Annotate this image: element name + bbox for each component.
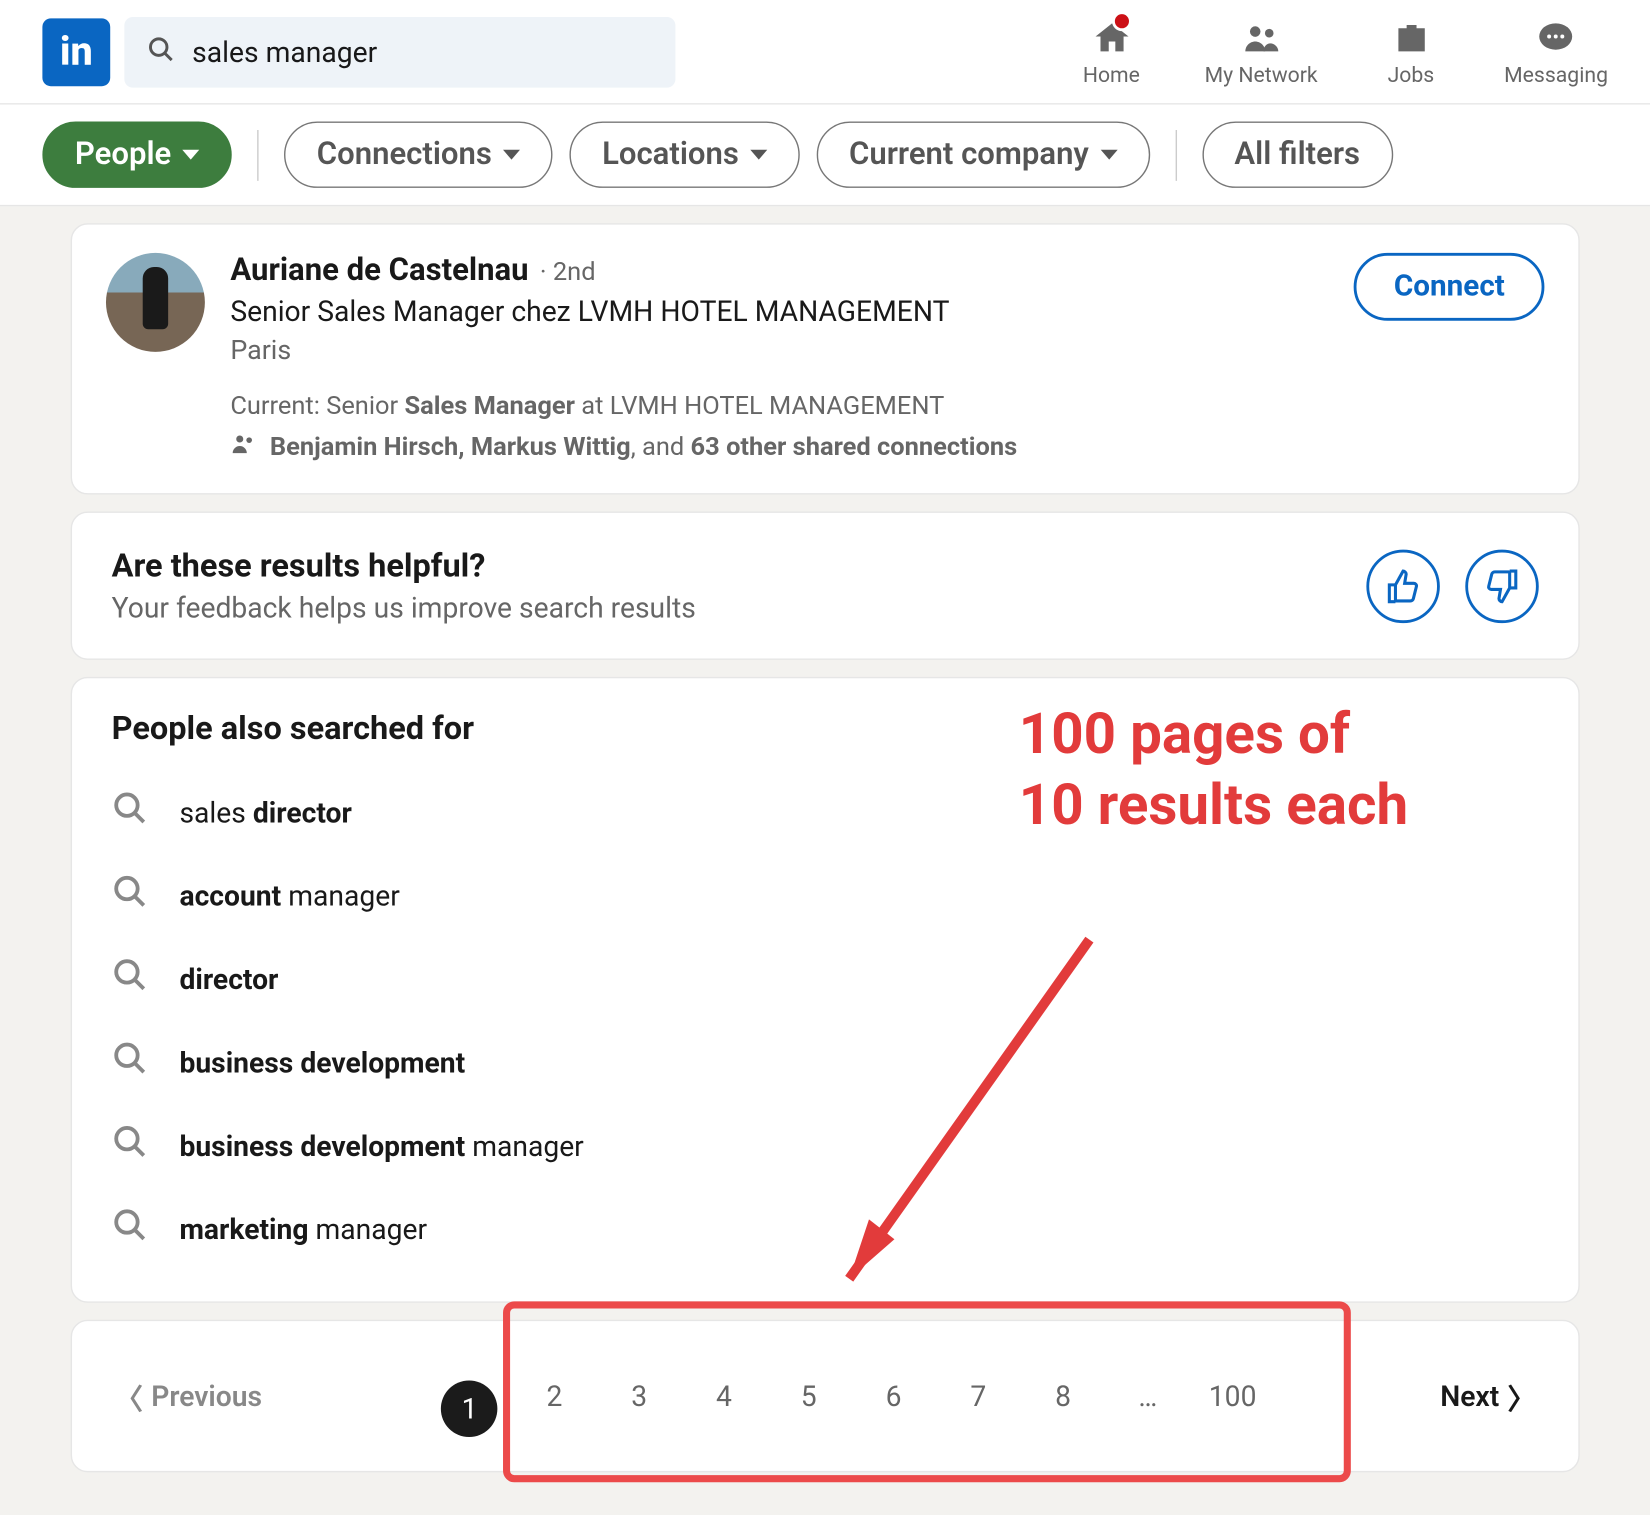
- nav-network[interactable]: My Network: [1205, 16, 1318, 87]
- thumbs-down-button[interactable]: [1465, 549, 1538, 622]
- also-text: business development manager: [179, 1128, 583, 1162]
- chat-icon: [1535, 16, 1577, 58]
- filter-all[interactable]: All filters: [1202, 122, 1393, 188]
- feedback-title: Are these results helpful?: [112, 547, 1341, 585]
- nav-home[interactable]: Home: [1069, 16, 1154, 87]
- divider: [1175, 129, 1176, 180]
- result-headline: Senior Sales Manager chez LVMH HOTEL MAN…: [230, 294, 1329, 328]
- filter-label: All filters: [1234, 137, 1360, 172]
- nav-label: Jobs: [1388, 61, 1435, 86]
- also-item[interactable]: account manager: [112, 853, 1539, 936]
- search-icon: [112, 1207, 149, 1251]
- thumbs-up-button[interactable]: [1366, 549, 1439, 622]
- connect-button[interactable]: Connect: [1354, 253, 1544, 321]
- also-searched-card: People also searched for sales director a…: [71, 677, 1580, 1303]
- shared-connections[interactable]: Benjamin Hirsch, Markus Wittig, and 63 o…: [230, 430, 1329, 465]
- divider: [257, 129, 258, 180]
- page-number[interactable]: 7: [950, 1368, 1007, 1425]
- filter-current-company[interactable]: Current company: [817, 122, 1150, 188]
- nav-jobs[interactable]: Jobs: [1369, 16, 1454, 87]
- also-text: marketing manager: [179, 1212, 427, 1246]
- prev-button[interactable]: 〈 Previous: [114, 1376, 262, 1417]
- page-list: 12345678 … 100: [441, 1355, 1261, 1437]
- thumbs-down-icon: [1484, 567, 1521, 604]
- page-number[interactable]: 3: [611, 1368, 668, 1425]
- top-bar: in Home My Network Jobs: [0, 0, 1650, 105]
- also-text: sales director: [179, 795, 351, 829]
- also-text: director: [179, 962, 278, 996]
- notification-badge: [1111, 11, 1131, 31]
- also-item[interactable]: marketing manager: [112, 1187, 1539, 1270]
- nav-label: My Network: [1205, 61, 1318, 86]
- filter-locations[interactable]: Locations: [570, 122, 800, 188]
- chevron-down-icon: [503, 150, 520, 160]
- also-item[interactable]: director: [112, 937, 1539, 1020]
- also-item[interactable]: business development: [112, 1020, 1539, 1103]
- page-number[interactable]: 6: [865, 1368, 922, 1425]
- top-nav: Home My Network Jobs Messaging: [1069, 16, 1608, 87]
- filter-label: Current company: [849, 137, 1089, 172]
- result-current: Current: Senior Sales Manager at LVMH HO…: [230, 391, 1329, 421]
- filter-label: Locations: [602, 137, 739, 172]
- search-icon: [147, 35, 175, 69]
- filter-label: People: [75, 137, 171, 172]
- filter-bar: People Connections Locations Current com…: [0, 105, 1650, 207]
- also-item[interactable]: sales director: [112, 770, 1539, 853]
- briefcase-icon: [1390, 16, 1432, 58]
- page-number[interactable]: 1: [441, 1381, 498, 1438]
- also-item[interactable]: business development manager: [112, 1104, 1539, 1187]
- next-label: Next: [1440, 1379, 1499, 1413]
- chevron-down-icon: [750, 150, 767, 160]
- filter-people-active[interactable]: People: [42, 122, 232, 188]
- chevron-left-icon: 〈: [114, 1376, 142, 1417]
- page-ellipsis: …: [1120, 1368, 1177, 1425]
- page-number[interactable]: 8: [1035, 1368, 1092, 1425]
- search-icon: [112, 790, 149, 834]
- search-input[interactable]: [192, 35, 653, 69]
- also-title: People also searched for: [112, 709, 1539, 747]
- prev-label: Previous: [151, 1379, 262, 1413]
- thumbs-up-icon: [1385, 567, 1422, 604]
- result-name[interactable]: Auriane de Castelnau: [230, 253, 528, 288]
- result-location: Paris: [230, 333, 1329, 365]
- also-text: business development: [179, 1045, 465, 1079]
- search-icon: [112, 1123, 149, 1167]
- nav-messaging[interactable]: Messaging: [1504, 16, 1608, 87]
- next-button[interactable]: Next 〉: [1440, 1376, 1536, 1417]
- search-field[interactable]: [124, 16, 675, 87]
- chevron-down-icon: [1100, 150, 1117, 160]
- page-number[interactable]: 5: [780, 1368, 837, 1425]
- nav-label: Home: [1083, 61, 1140, 86]
- linkedin-logo[interactable]: in: [42, 18, 110, 86]
- feedback-subtitle: Your feedback helps us improve search re…: [112, 591, 1341, 625]
- page-number[interactable]: 2: [526, 1368, 583, 1425]
- search-icon: [112, 873, 149, 917]
- avatar[interactable]: [106, 253, 205, 352]
- connection-degree: 2nd: [540, 257, 596, 287]
- pagination-bar: 〈 Previous 12345678…100 Next 〉 100 pages…: [71, 1320, 1580, 1473]
- nav-label: Messaging: [1504, 61, 1608, 86]
- people-icon: [1240, 16, 1282, 58]
- chevron-right-icon: 〉: [1508, 1376, 1536, 1417]
- search-result-card: Auriane de Castelnau 2nd Senior Sales Ma…: [71, 223, 1580, 494]
- page-number[interactable]: 100: [1204, 1368, 1261, 1425]
- page-number[interactable]: 4: [696, 1368, 753, 1425]
- feedback-card: Are these results helpful? Your feedback…: [71, 512, 1580, 660]
- chevron-down-icon: [183, 150, 200, 160]
- search-icon: [112, 957, 149, 1001]
- search-icon: [112, 1040, 149, 1084]
- filter-connections[interactable]: Connections: [284, 122, 552, 188]
- filter-label: Connections: [317, 137, 492, 172]
- people-icon: [230, 430, 258, 465]
- also-text: account manager: [179, 878, 399, 912]
